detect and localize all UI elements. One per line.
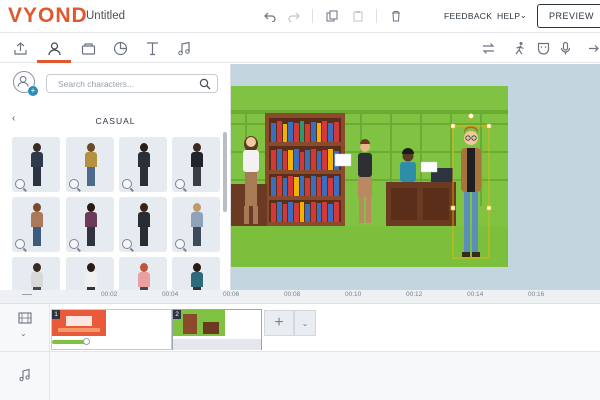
character-tile[interactable] bbox=[66, 257, 114, 290]
timeline: 00:02 00:04 00:06 00:08 00:10 00:12 00:1… bbox=[0, 290, 600, 400]
tick-label: 00:04 bbox=[162, 291, 179, 298]
category-title: CASUAL bbox=[95, 116, 136, 126]
character-tile[interactable] bbox=[12, 137, 60, 192]
video-track: ⌄ 1 2 + ⌄ bbox=[0, 304, 600, 352]
copy-icon[interactable] bbox=[324, 8, 340, 24]
track-header bbox=[0, 352, 50, 400]
character-tile[interactable] bbox=[172, 197, 220, 252]
character-tile[interactable] bbox=[172, 257, 220, 290]
add-scene-button[interactable]: + bbox=[264, 310, 294, 336]
undo-icon[interactable] bbox=[262, 8, 278, 24]
action-icon[interactable] bbox=[510, 39, 528, 57]
redo-icon[interactable] bbox=[286, 8, 302, 24]
tick-label: 00:10 bbox=[345, 291, 362, 298]
duration-handle[interactable] bbox=[83, 338, 90, 345]
character-tile[interactable] bbox=[119, 257, 167, 290]
character-tile[interactable] bbox=[119, 137, 167, 192]
divider bbox=[312, 9, 313, 23]
document-title[interactable]: Untitled bbox=[86, 10, 125, 22]
chart-icon[interactable] bbox=[111, 39, 129, 57]
plus-icon: + bbox=[28, 86, 38, 96]
paste-icon[interactable] bbox=[350, 8, 366, 24]
help-menu[interactable]: HELP bbox=[497, 11, 520, 21]
scene-2-track bbox=[173, 339, 261, 350]
text-icon[interactable] bbox=[143, 39, 161, 57]
feedback-link[interactable]: FEEDBACK bbox=[444, 11, 492, 21]
chevron-down-icon[interactable]: ⌄ bbox=[294, 310, 316, 336]
swap-icon[interactable] bbox=[479, 39, 497, 57]
search-bar bbox=[46, 74, 218, 93]
active-tab-indicator bbox=[37, 60, 71, 63]
zoom-icon[interactable] bbox=[15, 239, 25, 249]
panel-scrollbar[interactable] bbox=[223, 132, 227, 212]
exit-icon[interactable] bbox=[584, 39, 600, 57]
asset-toolbar bbox=[0, 33, 600, 63]
expression-icon[interactable] bbox=[534, 39, 552, 57]
scene-canvas[interactable] bbox=[231, 86, 508, 267]
zoom-icon[interactable] bbox=[69, 239, 79, 249]
tick-label: 00:16 bbox=[528, 291, 545, 298]
film-icon[interactable] bbox=[18, 311, 32, 325]
character-tile[interactable] bbox=[66, 137, 114, 192]
create-character-button[interactable]: + bbox=[13, 71, 38, 96]
chevron-down-icon[interactable]: ⌄ bbox=[20, 329, 27, 338]
music-note-icon[interactable] bbox=[18, 368, 32, 382]
character-tile[interactable] bbox=[66, 197, 114, 252]
zoom-icon[interactable] bbox=[175, 239, 185, 249]
scene-number: 1 bbox=[52, 310, 60, 319]
audio-track bbox=[0, 352, 600, 400]
upload-icon[interactable] bbox=[11, 39, 29, 57]
tick-label: 00:06 bbox=[223, 291, 240, 298]
vyond-editor: VYOND Untitled FEEDBACK HELP ⌄ PREVIEW +… bbox=[0, 0, 600, 400]
scene-1-preview bbox=[52, 310, 106, 336]
props-icon[interactable] bbox=[79, 39, 97, 57]
time-ruler[interactable]: 00:02 00:04 00:06 00:08 00:10 00:12 00:1… bbox=[0, 290, 600, 304]
track-header: ⌄ bbox=[0, 304, 50, 351]
vyond-logo[interactable]: VYOND bbox=[8, 4, 88, 28]
chevron-down-icon[interactable]: ⌄ bbox=[520, 11, 527, 20]
tick-label: 00:02 bbox=[101, 291, 118, 298]
zoom-icon[interactable] bbox=[122, 179, 132, 189]
tick-label: 00:12 bbox=[406, 291, 423, 298]
library-scene bbox=[231, 86, 508, 267]
scene-thumbnail-2[interactable]: 2 bbox=[172, 309, 262, 350]
scene-thumbnail-1[interactable]: 1 bbox=[51, 309, 172, 350]
tick-label: 00:14 bbox=[467, 291, 484, 298]
scene-number: 2 bbox=[173, 310, 181, 319]
character-tile[interactable] bbox=[12, 257, 60, 290]
divider bbox=[376, 9, 377, 23]
category-header: ‹ CASUAL bbox=[0, 108, 230, 130]
top-bar: VYOND Untitled FEEDBACK HELP ⌄ PREVIEW bbox=[0, 0, 600, 33]
scene-duration-bar[interactable] bbox=[52, 340, 86, 344]
zoom-icon[interactable] bbox=[15, 179, 25, 189]
character-tile[interactable] bbox=[119, 197, 167, 252]
zoom-icon[interactable] bbox=[69, 179, 79, 189]
character-tile[interactable] bbox=[12, 197, 60, 252]
preview-button[interactable]: PREVIEW bbox=[537, 4, 600, 28]
microphone-icon[interactable] bbox=[556, 39, 574, 57]
character-tile[interactable] bbox=[172, 137, 220, 192]
search-icon[interactable] bbox=[199, 78, 211, 90]
character-icon[interactable] bbox=[45, 39, 63, 57]
trash-icon[interactable] bbox=[388, 8, 404, 24]
character-library-panel: + ‹ CASUAL bbox=[0, 64, 231, 290]
zoom-icon[interactable] bbox=[122, 239, 132, 249]
search-input[interactable] bbox=[47, 75, 197, 92]
ruler-marker bbox=[22, 294, 32, 295]
zoom-icon[interactable] bbox=[175, 179, 185, 189]
audio-icon[interactable] bbox=[175, 39, 193, 57]
tick-label: 00:08 bbox=[284, 291, 301, 298]
